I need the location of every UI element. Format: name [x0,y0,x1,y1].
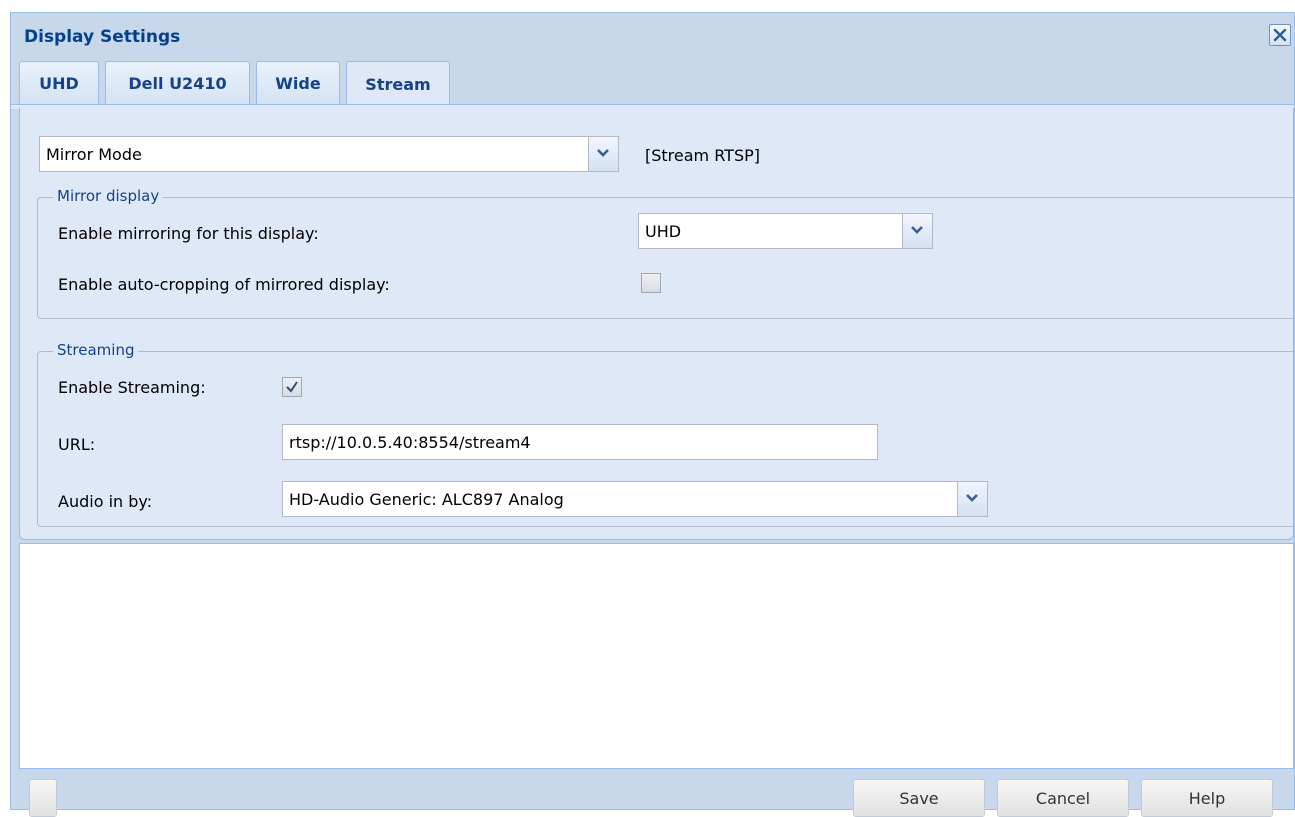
chevron-down-icon [966,494,978,502]
streaming-legend: Streaming [53,341,139,359]
tab-label: Dell U2410 [128,73,227,93]
tab-wide[interactable]: Wide [256,61,340,104]
window-title: Display Settings [24,27,181,47]
auto-cropping-checkbox[interactable] [641,273,661,293]
cancel-button-label: Cancel [1035,788,1091,808]
audio-in-select[interactable]: HD-Audio Generic: ALC897 Analog [282,481,988,517]
tab-stream[interactable]: Stream [346,61,450,106]
url-label: URL: [58,435,96,454]
tab-uhd[interactable]: UHD [19,61,99,104]
help-button[interactable]: Help [1141,779,1273,817]
tab-label: UHD [39,73,79,93]
tab-label: Wide [275,73,321,93]
mirror-source-trigger[interactable] [902,214,932,248]
checkmark-icon [286,381,298,393]
chevron-down-icon [597,149,609,157]
audio-in-value: HD-Audio Generic: ALC897 Analog [289,490,564,509]
enable-streaming-label: Enable Streaming: [58,378,206,397]
mode-select-trigger[interactable] [588,137,618,171]
save-button-label: Save [899,788,939,808]
mirror-source-value: UHD [645,222,682,241]
footer-left-button[interactable] [29,779,57,817]
stream-tab-panel: Mirror Mode [Stream RTSP] Mirror display… [19,108,1295,540]
cancel-button[interactable]: Cancel [997,779,1129,817]
tab-label: Stream [365,74,431,94]
audio-in-label: Audio in by: [58,492,153,511]
url-input[interactable]: rtsp://10.0.5.40:8554/stream4 [282,424,878,460]
content-empty-area [19,543,1294,769]
tab-dell-u2410[interactable]: Dell U2410 [105,61,250,104]
auto-cropping-label: Enable auto-cropping of mirrored display… [58,275,390,294]
mirror-source-select[interactable]: UHD [638,213,933,249]
audio-in-trigger[interactable] [957,482,987,516]
mode-select[interactable]: Mirror Mode [39,136,619,172]
url-input-value: rtsp://10.0.5.40:8554/stream4 [289,433,531,452]
help-button-label: Help [1188,788,1226,808]
enable-mirroring-label: Enable mirroring for this display: [58,224,319,243]
enable-streaming-checkbox[interactable] [282,377,302,397]
close-button[interactable] [1269,24,1291,46]
close-icon [1273,28,1287,42]
mode-select-value: Mirror Mode [46,145,142,164]
display-settings-window: Display Settings UHD Dell U2410 Wide Str… [10,12,1295,817]
save-button[interactable]: Save [853,779,985,817]
stream-type-tag: [Stream RTSP] [645,146,760,165]
mirror-display-legend: Mirror display [53,187,164,205]
title-bar: Display Settings [11,13,1294,59]
chevron-down-icon [911,226,923,234]
